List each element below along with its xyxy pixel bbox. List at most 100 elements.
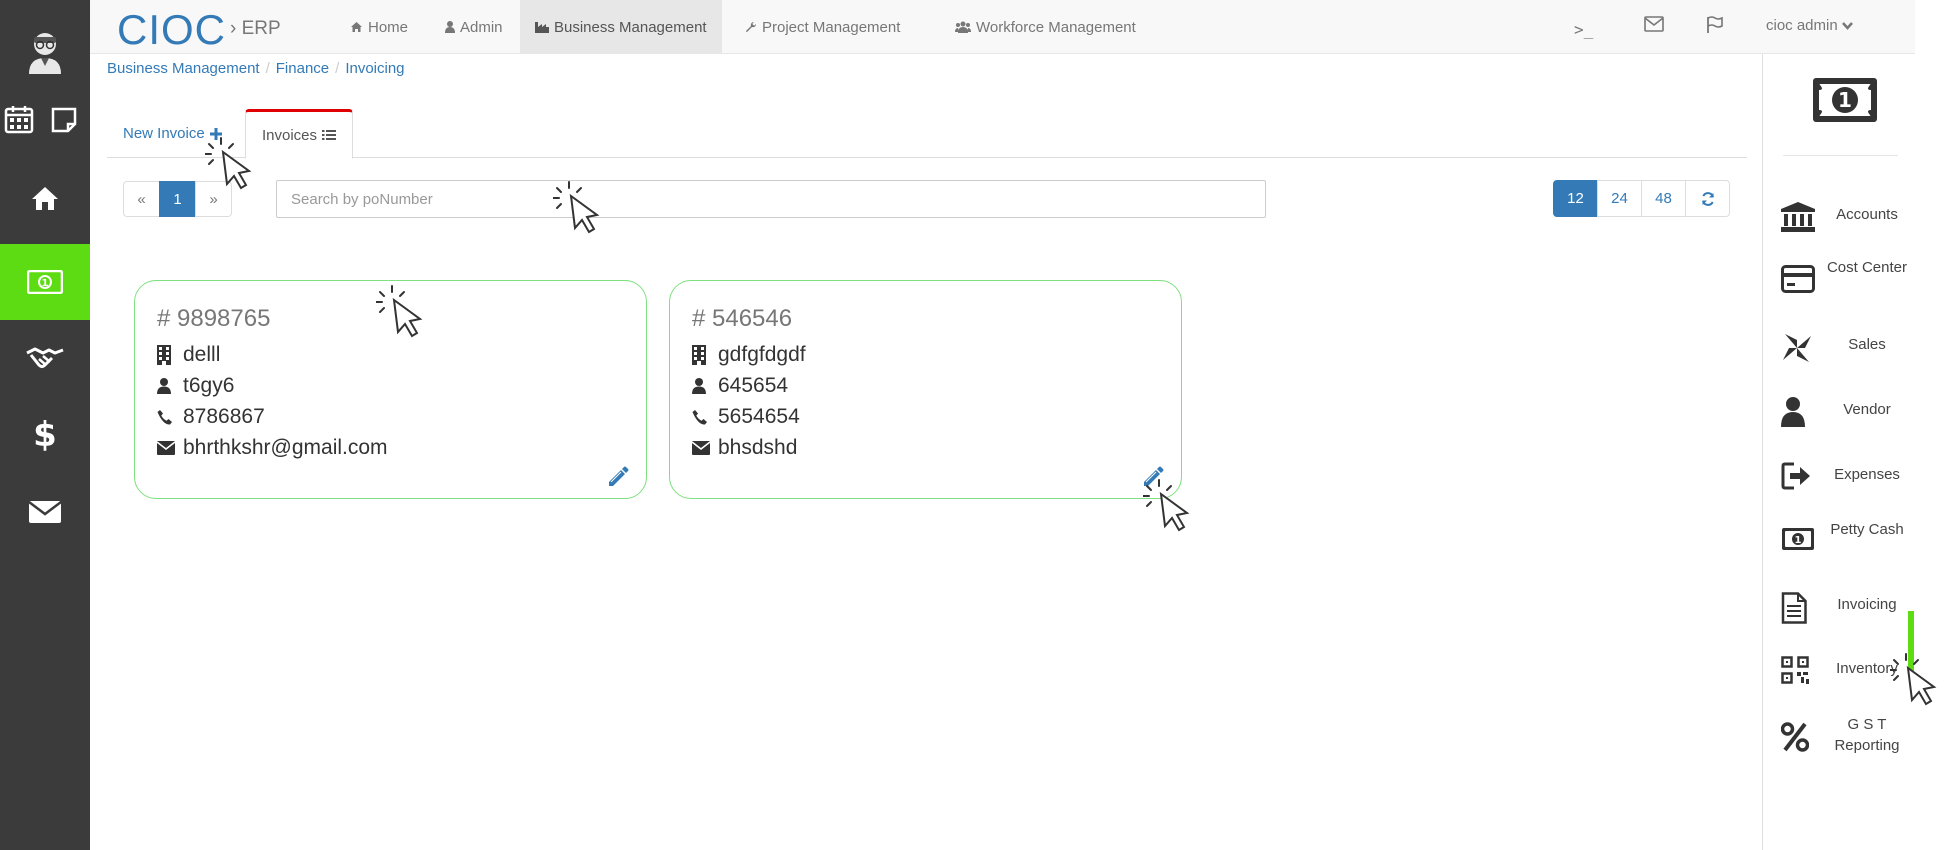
phone-number: 8786867 [183,405,265,428]
svg-text:1: 1 [42,278,49,289]
avatar-icon [29,33,61,74]
envelope-icon [157,441,179,455]
invoice-company: gdfgfdgdf [692,343,806,367]
page-size-12[interactable]: 12 [1553,180,1598,217]
refresh-icon [1701,191,1714,206]
menu-sales[interactable]: Sales [1763,324,1916,384]
envelope-icon[interactable] [1644,16,1664,37]
page-size-24[interactable]: 24 [1597,180,1642,217]
nav-workforce-management-label: Workforce Management [976,18,1136,36]
breadcrumb-finance[interactable]: Finance [276,60,329,77]
menu-vendor[interactable]: Vendor [1763,389,1916,449]
invoice-company: delll [157,343,220,367]
nav-project-management-label: Project Management [762,18,901,36]
home-icon[interactable] [0,170,90,226]
dollar-icon[interactable]: $ [0,406,90,462]
breadcrumb: Business Management / Finance / Invoicin… [107,60,405,77]
page-size-48[interactable]: 48 [1641,180,1686,217]
nav-admin[interactable]: Admin [430,0,518,54]
svg-text:$: $ [34,417,56,451]
tab-invoices-label: Invoices [262,126,318,144]
money-icon: 1 [1781,527,1815,556]
refresh-button[interactable] [1685,180,1730,217]
qrcode-icon [1781,656,1809,689]
nav-workforce-management[interactable]: Workforce Management [940,0,1151,54]
chevron-down-icon [1841,17,1853,34]
invoice-number: # 9898765 [157,305,271,332]
menu-gst-reporting-label: G S T Reporting [1834,716,1900,754]
tab-new-invoice[interactable]: New Invoice [107,109,238,158]
invoice-card[interactable]: # 9898765 delll t6gy6 8786867 bhrthkshr@… [134,280,647,499]
menu-invoicing-label: Invoicing [1837,596,1897,613]
menu-petty-cash[interactable]: 1 Petty Cash [1763,519,1916,579]
invoice-number: # 546546 [692,305,793,332]
sticky-note-icon[interactable] [50,106,80,136]
user-name: cioc admin [1766,17,1838,34]
search-input[interactable] [276,180,1266,218]
user-menu[interactable]: cioc admin [1766,17,1853,34]
phone-number: 5654654 [718,405,800,428]
active-menu-indicator [1908,611,1914,674]
breadcrumb-invoicing[interactable]: Invoicing [345,60,404,77]
divider [1783,155,1898,156]
handshake-icon[interactable] [0,330,90,386]
wrench-icon [745,21,757,33]
tab-invoices[interactable]: Invoices [245,109,354,159]
invoice-card[interactable]: # 546546 gdfgfdgdf 645654 5654654 bhsdsh… [669,280,1182,499]
email-address: bhsdshd [718,436,798,459]
pagination-page-1[interactable]: 1 [159,181,196,217]
bank-icon [1781,202,1815,237]
money-icon[interactable]: 1 [0,244,90,320]
menu-accounts-label: Accounts [1836,206,1898,223]
menu-cost-center[interactable]: Cost Center [1763,257,1916,317]
invoice-contact: t6gy6 [157,374,234,398]
tab-bar: New Invoice Invoices [107,109,1747,159]
menu-invoicing[interactable]: Invoicing [1763,584,1916,644]
breadcrumb-separator: / [335,60,340,77]
menu-accounts[interactable]: Accounts [1763,194,1916,254]
menu-expenses[interactable]: Expenses [1763,454,1916,514]
company-name: delll [183,343,221,366]
credit-card-icon [1781,265,1815,298]
edit-button[interactable] [1141,465,1165,494]
svg-text:1: 1 [1795,535,1802,546]
brand-logo[interactable]: CIOC [117,6,226,54]
user-icon [692,378,714,394]
phone-icon [692,409,714,425]
svg-text:1: 1 [1838,88,1852,112]
contact-name: 645654 [718,374,789,397]
building-icon [692,345,714,365]
home-icon [350,21,363,33]
breadcrumb-business-management[interactable]: Business Management [107,60,260,77]
percent-icon [1780,722,1810,757]
money-icon: 1 [1811,76,1879,129]
plus-icon [209,127,222,140]
invoice-email: bhrthkshr@gmail.com [157,436,388,460]
top-navbar: CIOC › ERP Home Admin Business Managemen… [90,0,1915,54]
pagination-next[interactable]: » [195,181,232,217]
flag-icon[interactable] [1706,16,1724,39]
nav-home-label: Home [368,18,409,36]
menu-gst-reporting[interactable]: G S T Reporting [1763,714,1916,774]
envelope-icon[interactable] [0,484,90,540]
user-avatar[interactable] [0,22,90,82]
menu-expenses-label: Expenses [1834,466,1900,483]
terminal-icon[interactable]: >_ [1574,20,1593,39]
building-icon [157,345,179,365]
pagination-prev[interactable]: « [123,181,160,217]
calendar-icon[interactable] [4,104,36,136]
invoice-email: bhsdshd [692,436,797,460]
nav-project-management[interactable]: Project Management [730,0,915,54]
nav-admin-label: Admin [460,18,503,36]
sign-out-icon [1781,462,1811,495]
menu-inventory-label: Inventory [1836,660,1898,677]
nav-business-management[interactable]: Business Management [520,0,722,54]
left-sidebar: 1 $ [0,0,90,850]
menu-inventory[interactable]: Inventory [1763,648,1916,708]
contact-name: t6gy6 [183,374,235,397]
nav-home[interactable]: Home [335,0,423,54]
pagination: « 1 » [123,181,232,217]
page-size-selector: 12 24 48 [1553,180,1730,217]
edit-button[interactable] [606,465,630,494]
pencil-icon [609,466,629,486]
